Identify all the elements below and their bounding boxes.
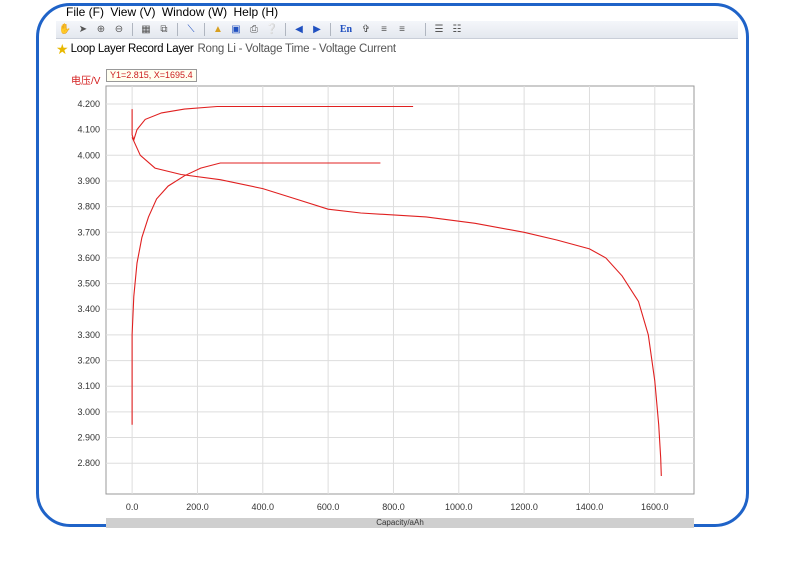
x-tick-label: 400.0 — [252, 502, 275, 512]
x-tick-label: 0.0 — [126, 502, 139, 512]
y-tick-label: 3.200 — [77, 356, 100, 366]
y-tick-label: 3.100 — [77, 381, 100, 391]
y-tick-label: 4.200 — [77, 99, 100, 109]
plot-area — [105, 85, 695, 495]
y-tick-label: 4.000 — [77, 150, 100, 160]
x-axis-label: Capacity/aAh — [106, 518, 694, 528]
y-tick-label: 3.600 — [77, 253, 100, 263]
y-tick-label: 3.500 — [77, 279, 100, 289]
y-tick-label: 3.300 — [77, 330, 100, 340]
y-tick-label: 3.800 — [77, 202, 100, 212]
y-tick-label: 2.900 — [77, 433, 100, 443]
chart[interactable]: 0.0 200.0 400.0 600.0 800.0 1000.0 1200.0 1400.… — [0, 0, 790, 563]
x-tick-label: 1600.0 — [641, 502, 669, 512]
y-tick-label: 2.800 — [77, 458, 100, 468]
x-tick-label: 1400.0 — [576, 502, 604, 512]
y-tick-label: 3.700 — [77, 227, 100, 237]
y-tick-label: 3.000 — [77, 407, 100, 417]
y-tick-label: 4.100 — [77, 125, 100, 135]
x-tick-label: 200.0 — [186, 502, 209, 512]
x-tick-label: 1000.0 — [445, 502, 473, 512]
y-tick-label: 3.400 — [77, 304, 100, 314]
x-tick-label: 1200.0 — [510, 502, 538, 512]
x-tick-label: 800.0 — [382, 502, 405, 512]
x-tick-label: 600.0 — [317, 502, 340, 512]
y-tick-label: 3.900 — [77, 176, 100, 186]
